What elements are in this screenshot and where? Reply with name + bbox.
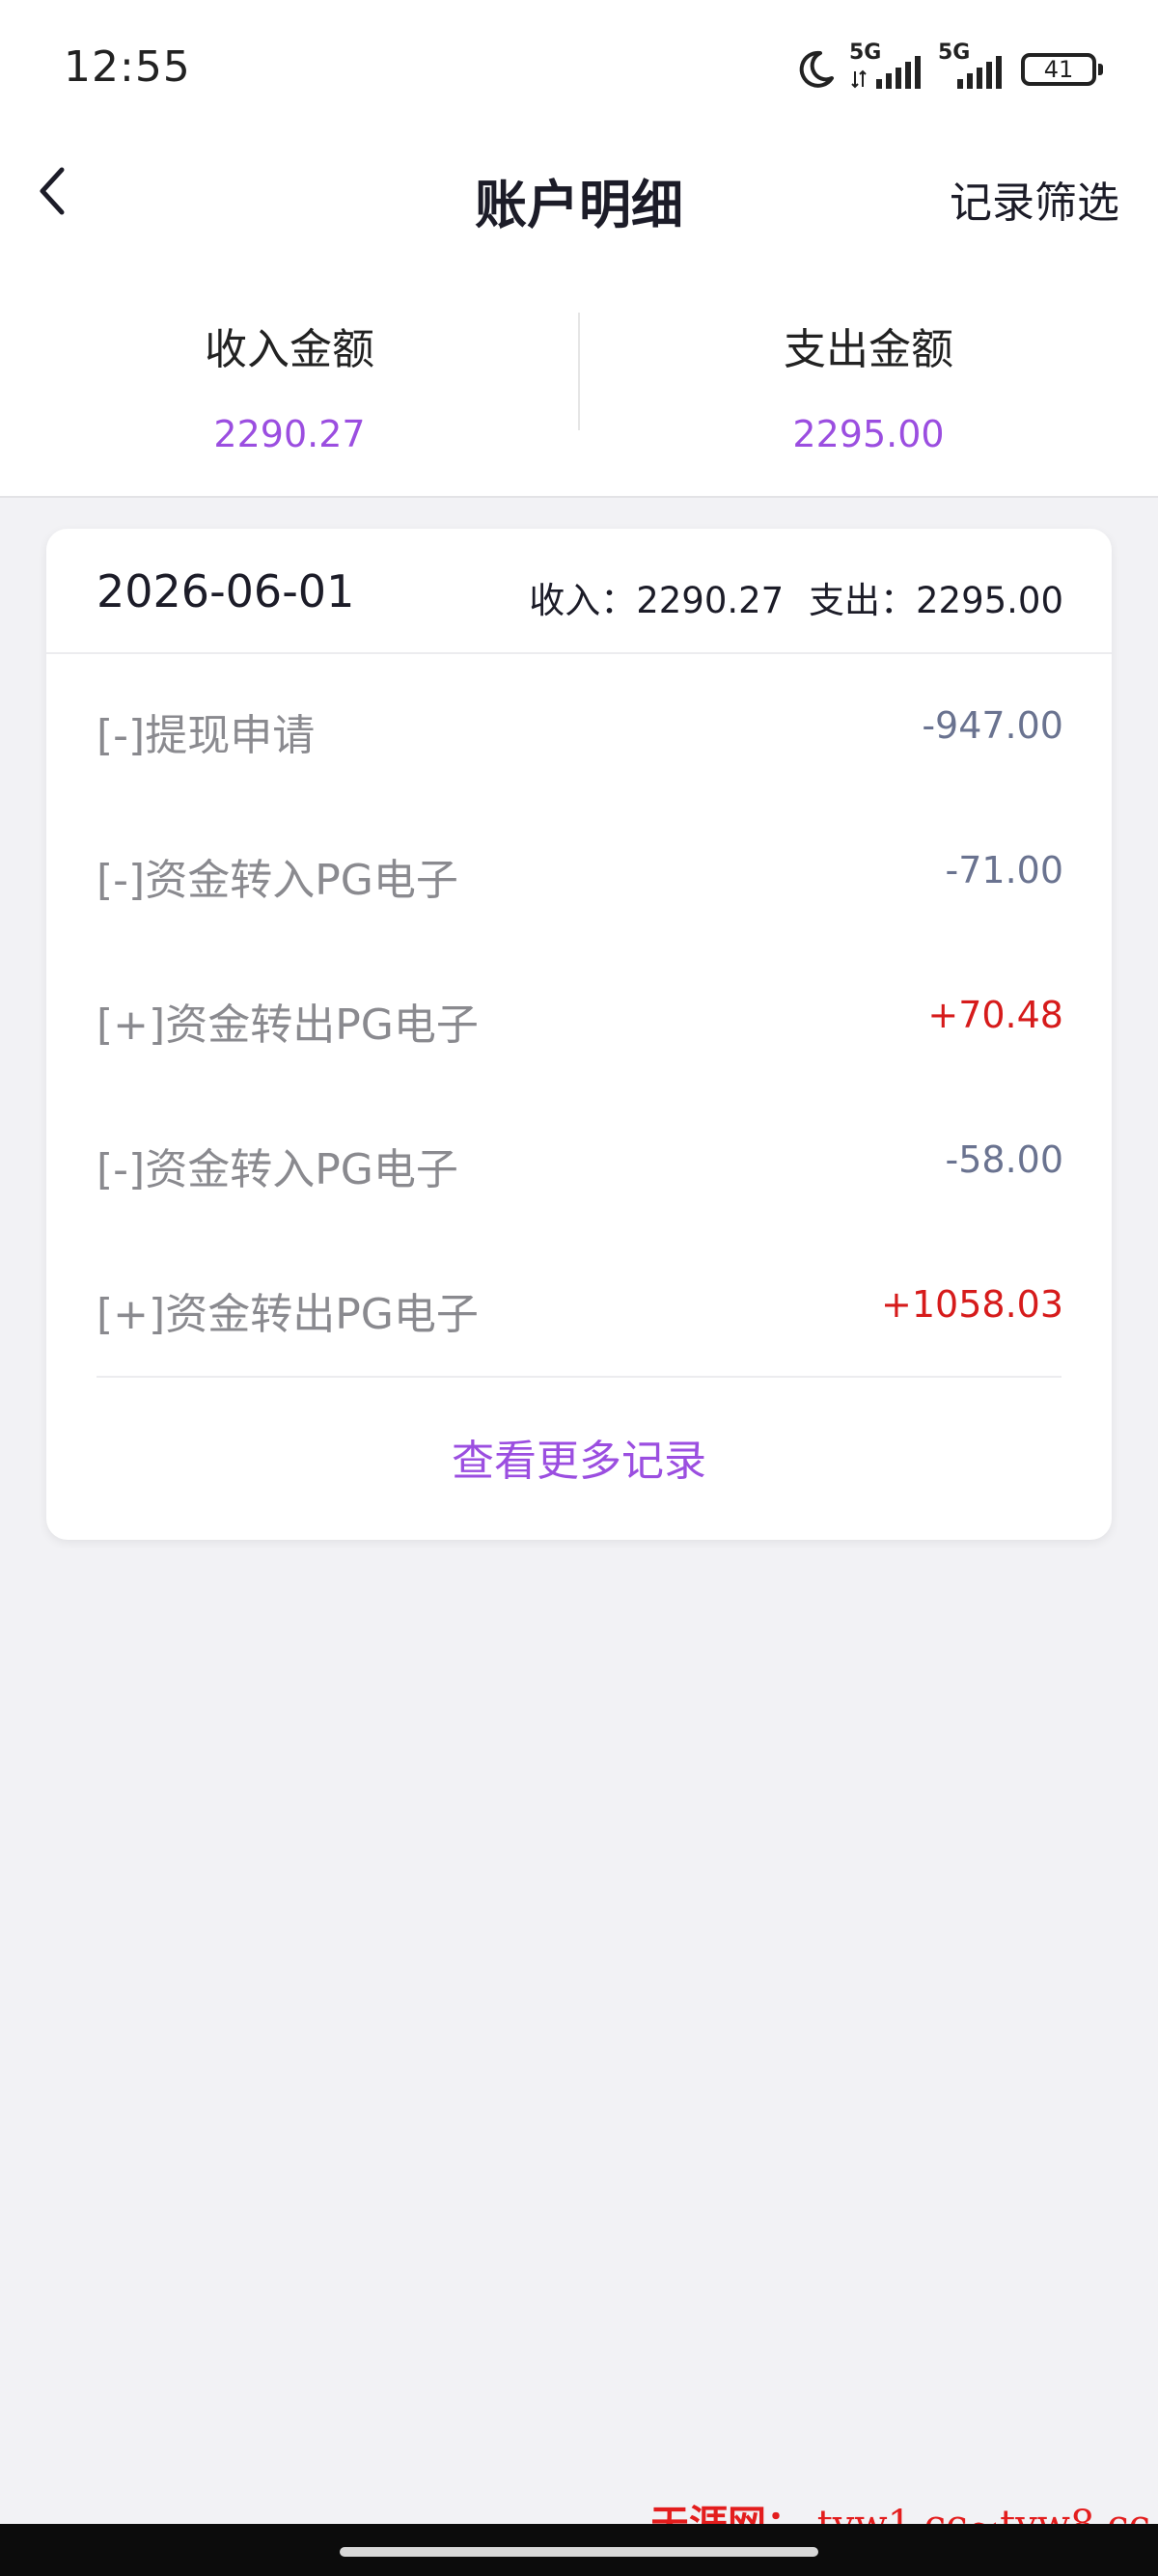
record-label: [+]资金转出PG电子 bbox=[96, 1000, 479, 1050]
record-amount: -947.00 bbox=[922, 704, 1063, 747]
card-header: 2026-06-01 收入：2290.27 支出：2295.00 bbox=[46, 529, 1112, 654]
signal-icon: 5G bbox=[938, 41, 1007, 95]
list-item[interactable]: [+]资金转出PG电子 +70.48 bbox=[46, 944, 1112, 1088]
record-label: [-]资金转入PG电子 bbox=[96, 856, 458, 905]
record-label: [-]提现申请 bbox=[96, 711, 316, 760]
day-record-card: 2026-06-01 收入：2290.27 支出：2295.00 [-]提现申请… bbox=[46, 529, 1112, 1540]
record-label: [+]资金转出PG电子 bbox=[96, 1290, 479, 1339]
top-panel: 12:55 5G 5G 41 账户明细 记录筛选 收入金额 2290.27 支出… bbox=[0, 0, 1158, 498]
battery-icon: 41 bbox=[1021, 53, 1103, 86]
view-more-records-link[interactable]: 查看更多记录 bbox=[46, 1426, 1112, 1488]
moon-icon bbox=[795, 49, 836, 90]
record-amount: +1058.03 bbox=[881, 1283, 1063, 1326]
record-date: 2026-06-01 bbox=[96, 565, 355, 617]
income-label: 收入金额 bbox=[205, 325, 374, 374]
system-nav-bar bbox=[0, 2524, 1158, 2576]
home-indicator[interactable] bbox=[340, 2547, 818, 2557]
record-list: [-]提现申请 -947.00 [-]资金转入PG电子 -71.00 [+]资金… bbox=[46, 654, 1112, 1378]
record-amount: -58.00 bbox=[945, 1138, 1064, 1181]
record-amount: -71.00 bbox=[945, 849, 1064, 891]
status-icons: 5G 5G 41 bbox=[795, 41, 1103, 95]
list-item[interactable]: [-]提现申请 -947.00 bbox=[46, 654, 1112, 799]
status-bar: 12:55 5G 5G 41 bbox=[0, 0, 1158, 135]
summary: 收入金额 2290.27 支出金额 2295.00 bbox=[0, 289, 1158, 463]
record-filter-button[interactable]: 记录筛选 bbox=[950, 168, 1119, 230]
record-label: [-]资金转入PG电子 bbox=[96, 1145, 458, 1194]
record-amount: +70.48 bbox=[927, 994, 1063, 1036]
expense-summary: 支出金额 2295.00 bbox=[579, 289, 1158, 455]
day-expense: 支出：2295.00 bbox=[808, 580, 1063, 621]
day-income: 收入：2290.27 bbox=[529, 580, 785, 621]
divider bbox=[96, 1376, 1062, 1378]
signal-icon: 5G bbox=[849, 41, 924, 95]
nav-bar: 账户明细 记录筛选 bbox=[0, 135, 1158, 260]
expense-value: 2295.00 bbox=[792, 413, 945, 455]
income-summary: 收入金额 2290.27 bbox=[0, 289, 579, 455]
list-item[interactable]: [+]资金转出PG电子 +1058.03 bbox=[46, 1233, 1112, 1378]
battery-level: 41 bbox=[1043, 56, 1074, 83]
expense-label: 支出金额 bbox=[784, 325, 953, 374]
income-value: 2290.27 bbox=[213, 413, 366, 455]
list-item[interactable]: [-]资金转入PG电子 -71.00 bbox=[46, 799, 1112, 944]
list-item[interactable]: [-]资金转入PG电子 -58.00 bbox=[46, 1088, 1112, 1233]
day-totals: 收入：2290.27 支出：2295.00 bbox=[529, 571, 1063, 623]
status-time: 12:55 bbox=[64, 42, 191, 92]
